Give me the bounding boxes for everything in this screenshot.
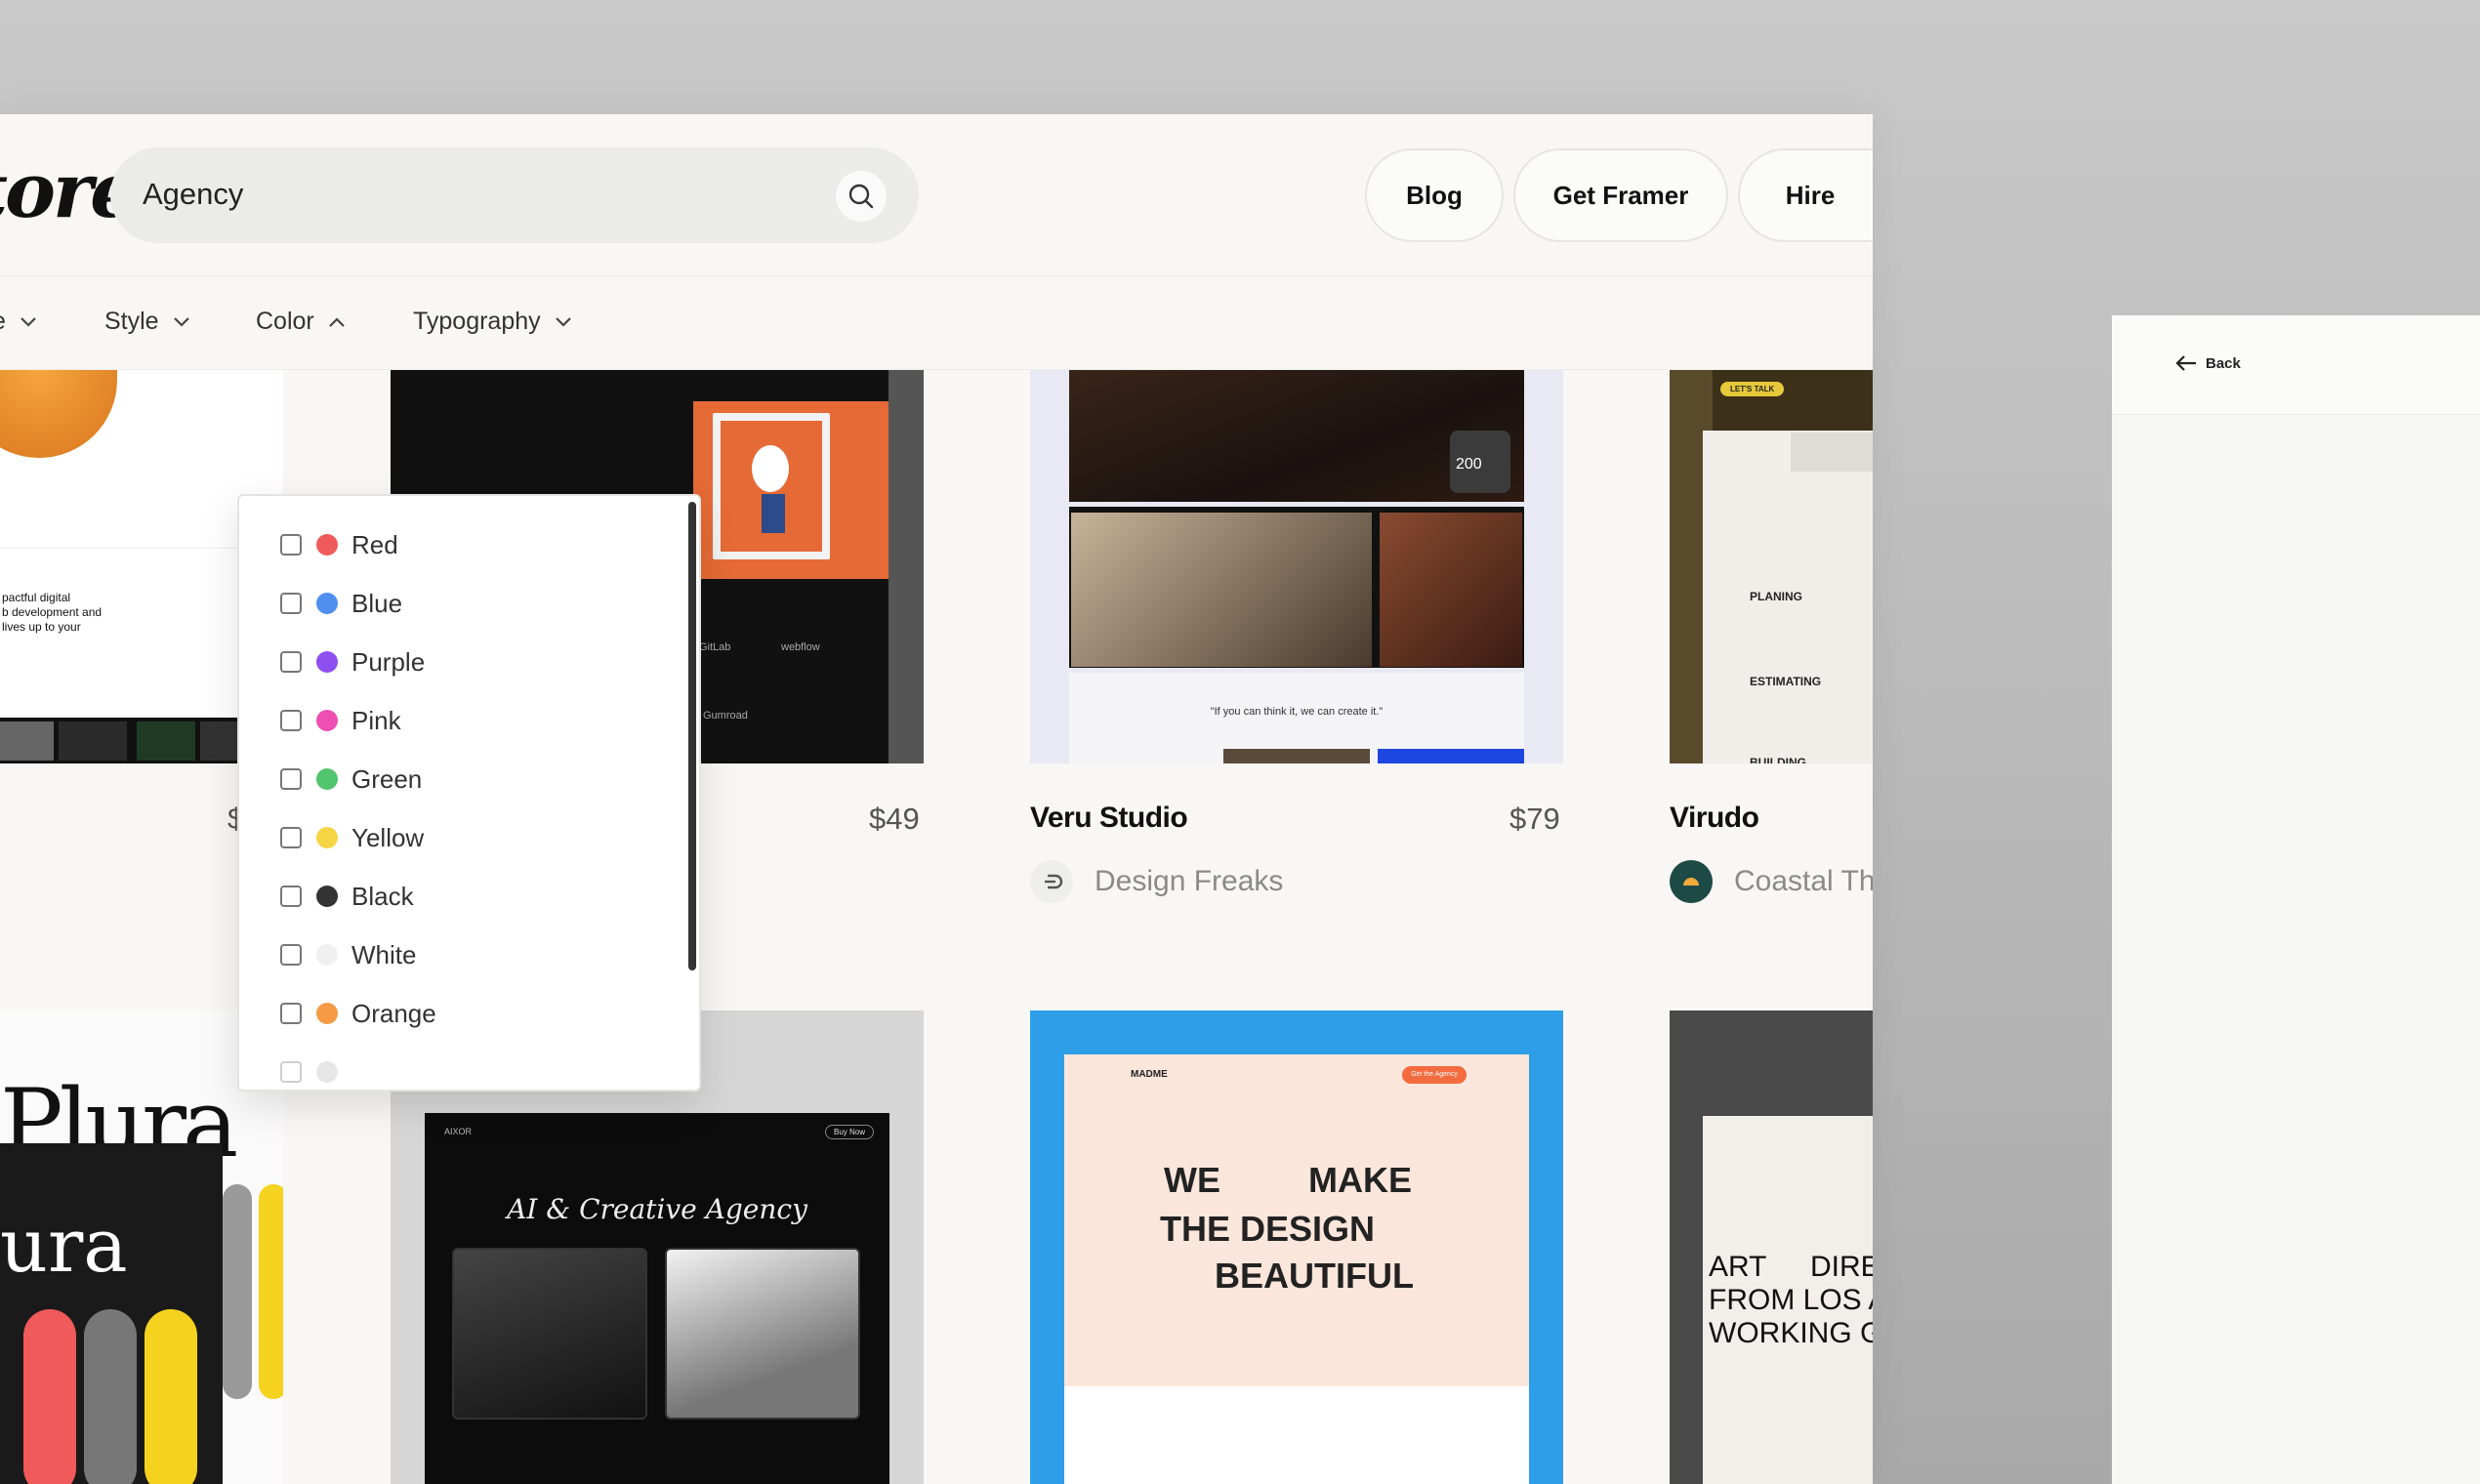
search-icon [848,184,874,209]
filter-label: Color [256,308,314,335]
dropdown-scrollbar[interactable] [688,502,696,970]
color-option-purple[interactable]: Purple [280,642,425,681]
thumbnail-title: AI & Creative Agency [507,1193,807,1225]
color-swatch [316,651,338,673]
filter-category[interactable]: e [0,308,37,336]
template-title[interactable]: Veru Studio [1030,802,1188,835]
filter-label: e [0,308,6,336]
checkbox[interactable] [280,886,302,907]
side-panel: Back [2112,315,2480,1484]
color-option-blue[interactable]: Blue [280,584,402,623]
sunset-icon [1683,878,1699,886]
color-option-label: Green [351,763,423,794]
filter-bar: e Style Color Typography [0,276,1873,370]
color-swatch [316,1003,338,1024]
checkbox[interactable] [280,593,302,614]
author-name: Design Freaks [1095,865,1284,897]
color-option-label: Purple [351,646,426,677]
author-avatar [1030,860,1073,903]
color-swatch [316,886,338,907]
orange-sphere [0,370,117,458]
color-option-green[interactable]: Green [280,760,422,799]
color-option-orange[interactable]: Orange [280,994,436,1033]
color-swatch [316,534,338,556]
photo-vinyl [1380,513,1522,667]
filter-color[interactable]: Color [256,308,346,336]
color-swatch [316,593,338,614]
color-swatch [316,827,338,848]
template-price: $79 [1509,802,1560,836]
site-header: tore Agency Blog Get Framer Hire [0,114,1873,276]
color-option-yellow[interactable]: Yellow [280,818,424,857]
link-icon [1045,874,1063,889]
blog-button[interactable]: Blog [1365,148,1504,242]
chevron-down-icon [555,316,571,327]
color-swatch [316,768,338,790]
checkbox[interactable] [280,768,302,790]
template-author[interactable]: Design Freaks [1030,860,1283,903]
template-author[interactable]: Coastal Th [1670,860,1873,903]
hire-button[interactable]: Hire [1738,148,1873,242]
search-button[interactable] [836,171,887,222]
checkbox[interactable] [280,651,302,673]
checkbox[interactable] [280,710,302,731]
hero-image [693,401,892,579]
color-swatch [316,1061,338,1083]
color-option-pink[interactable]: Pink [280,701,401,740]
search-bar[interactable]: Agency [110,147,919,243]
arrow-left-icon [2175,355,2196,371]
search-input[interactable]: Agency [143,177,243,212]
color-option-label: Red [351,529,398,559]
template-thumbnail[interactable]: 200 "If you can think it, we can create … [1030,370,1563,763]
chevron-down-icon [21,316,36,327]
checkbox[interactable] [280,1003,302,1024]
filter-typography[interactable]: Typography [413,308,572,336]
color-option-label: Orange [351,998,436,1028]
template-thumbnail[interactable]: LET'S TALK PLANING ESTIMATING BUILDING [1670,370,1873,763]
photo-woman [1071,513,1372,667]
color-option-red[interactable]: Red [280,525,398,564]
color-option-label: Yellow [351,822,425,852]
cta-pill: LET'S TALK [1720,382,1785,396]
template-thumbnail[interactable]: ART DIRE FROM LOS A WORKING G [1670,1010,1873,1484]
template-title[interactable]: Virudo [1670,802,1759,835]
author-name: Coastal Th [1734,865,1873,897]
template-thumbnail[interactable]: MADME Get the Agency WE MAKE THE DESIGN … [1030,1010,1563,1484]
back-label: Back [2206,354,2241,372]
color-option-label: Blue [351,588,403,618]
color-option-black[interactable]: Black [280,877,414,916]
filter-style[interactable]: Style [104,308,190,336]
color-option-label: Black [351,881,414,911]
checkbox[interactable] [280,534,302,556]
checkbox[interactable] [280,944,302,966]
color-swatch [316,710,338,731]
color-option-partial[interactable] [280,1052,351,1090]
back-button[interactable]: Back [2174,354,2241,372]
hero-image: 200 [1069,370,1524,502]
author-avatar [1670,860,1713,903]
filter-label: Typography [413,308,541,335]
chevron-up-icon [328,316,345,327]
quote-text: "If you can think it, we can create it." [1210,706,1384,718]
stat-card: 200 [1450,431,1510,493]
chevron-down-icon [173,316,189,327]
checkbox[interactable] [280,827,302,848]
checkbox[interactable] [280,1061,302,1083]
color-dropdown[interactable]: Red Blue Purple Pink Green Yellow Black White Or… [237,494,701,1092]
thumbnail-text: pactful digital b development and lives … [2,591,103,634]
color-option-white[interactable]: White [280,935,416,974]
template-price: $49 [869,802,920,836]
filter-label: Style [104,308,159,335]
color-option-label: Pink [351,705,401,735]
color-swatch [316,944,338,966]
panel-header: Back [2112,315,2480,415]
get-framer-button[interactable]: Get Framer [1513,148,1728,242]
browser-window: tore Agency Blog Get Framer Hire e Style… [0,114,1873,1484]
color-option-label: White [351,939,417,969]
